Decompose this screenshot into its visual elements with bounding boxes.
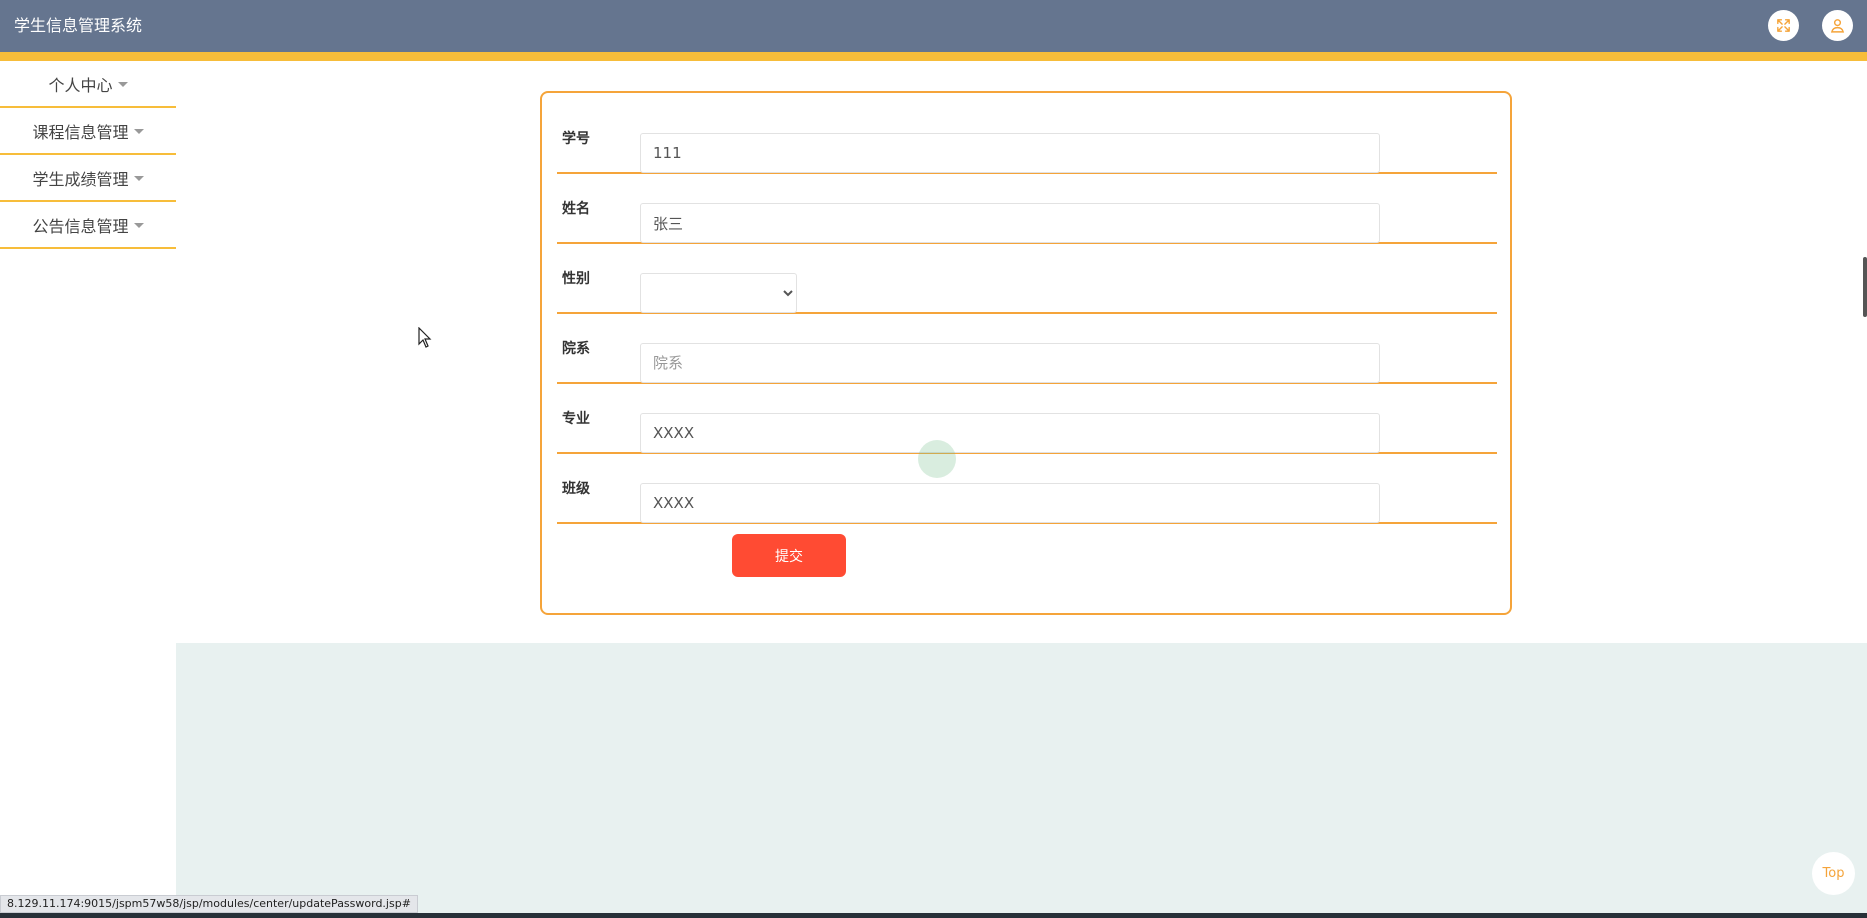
form-row-gender: 性别: [557, 244, 1497, 314]
click-indicator: [918, 440, 956, 478]
header-accent-stripe: [0, 52, 1867, 61]
app-title: 学生信息管理系统: [14, 16, 143, 35]
field-label: 性别: [562, 271, 590, 287]
sidebar-item-label: 学生成绩管理: [32, 169, 129, 189]
student-id-input[interactable]: [640, 133, 1380, 173]
sidebar-item-label: 课程信息管理: [32, 122, 129, 142]
form-row-class: 班级: [557, 454, 1497, 524]
header-bar: 学生信息管理系统: [0, 0, 1867, 61]
sidebar: 个人中心 课程信息管理 学生成绩管理 公告信息管理: [0, 61, 176, 249]
fullscreen-icon: [1777, 19, 1790, 32]
user-icon: [1830, 19, 1845, 33]
class-input[interactable]: [640, 483, 1380, 523]
field-label: 姓名: [562, 201, 590, 217]
department-input[interactable]: [640, 343, 1380, 383]
form-row-department: 院系: [557, 314, 1497, 384]
caret-down-icon: [133, 129, 144, 134]
bottom-edge-bar: [0, 913, 1867, 918]
field-label: 班级: [562, 481, 590, 497]
sidebar-item-label: 个人中心: [48, 75, 113, 95]
mouse-cursor-icon: [418, 327, 432, 348]
caret-down-icon: [117, 82, 128, 87]
sidebar-item-label: 公告信息管理: [32, 216, 129, 236]
caret-down-icon: [133, 176, 144, 181]
field-label: 院系: [562, 341, 590, 357]
fullscreen-button[interactable]: [1768, 10, 1799, 41]
major-input[interactable]: [640, 413, 1380, 453]
status-bar-url: 8.129.11.174:9015/jspm57w58/jsp/modules/…: [0, 895, 418, 913]
form-row-student-id: 学号: [557, 104, 1497, 174]
sidebar-item-personal-center[interactable]: 个人中心: [0, 61, 176, 108]
field-label: 专业: [562, 411, 590, 427]
sidebar-item-student-grades[interactable]: 学生成绩管理: [0, 155, 176, 202]
gender-select[interactable]: [640, 273, 797, 313]
form-row-name: 姓名: [557, 174, 1497, 244]
profile-form: 学号 姓名 性别 院系 专业 班级 提交: [540, 91, 1512, 615]
footer-area: [176, 643, 1867, 913]
sidebar-item-course-info[interactable]: 课程信息管理: [0, 108, 176, 155]
name-input[interactable]: [640, 203, 1380, 243]
field-label: 学号: [562, 131, 590, 147]
scroll-handle[interactable]: [1863, 257, 1867, 317]
caret-down-icon: [133, 223, 144, 228]
back-to-top-button[interactable]: Top: [1812, 852, 1855, 895]
submit-button[interactable]: 提交: [732, 534, 846, 577]
user-button[interactable]: [1822, 10, 1853, 41]
form-row-major: 专业: [557, 384, 1497, 454]
sidebar-item-announcements[interactable]: 公告信息管理: [0, 202, 176, 249]
